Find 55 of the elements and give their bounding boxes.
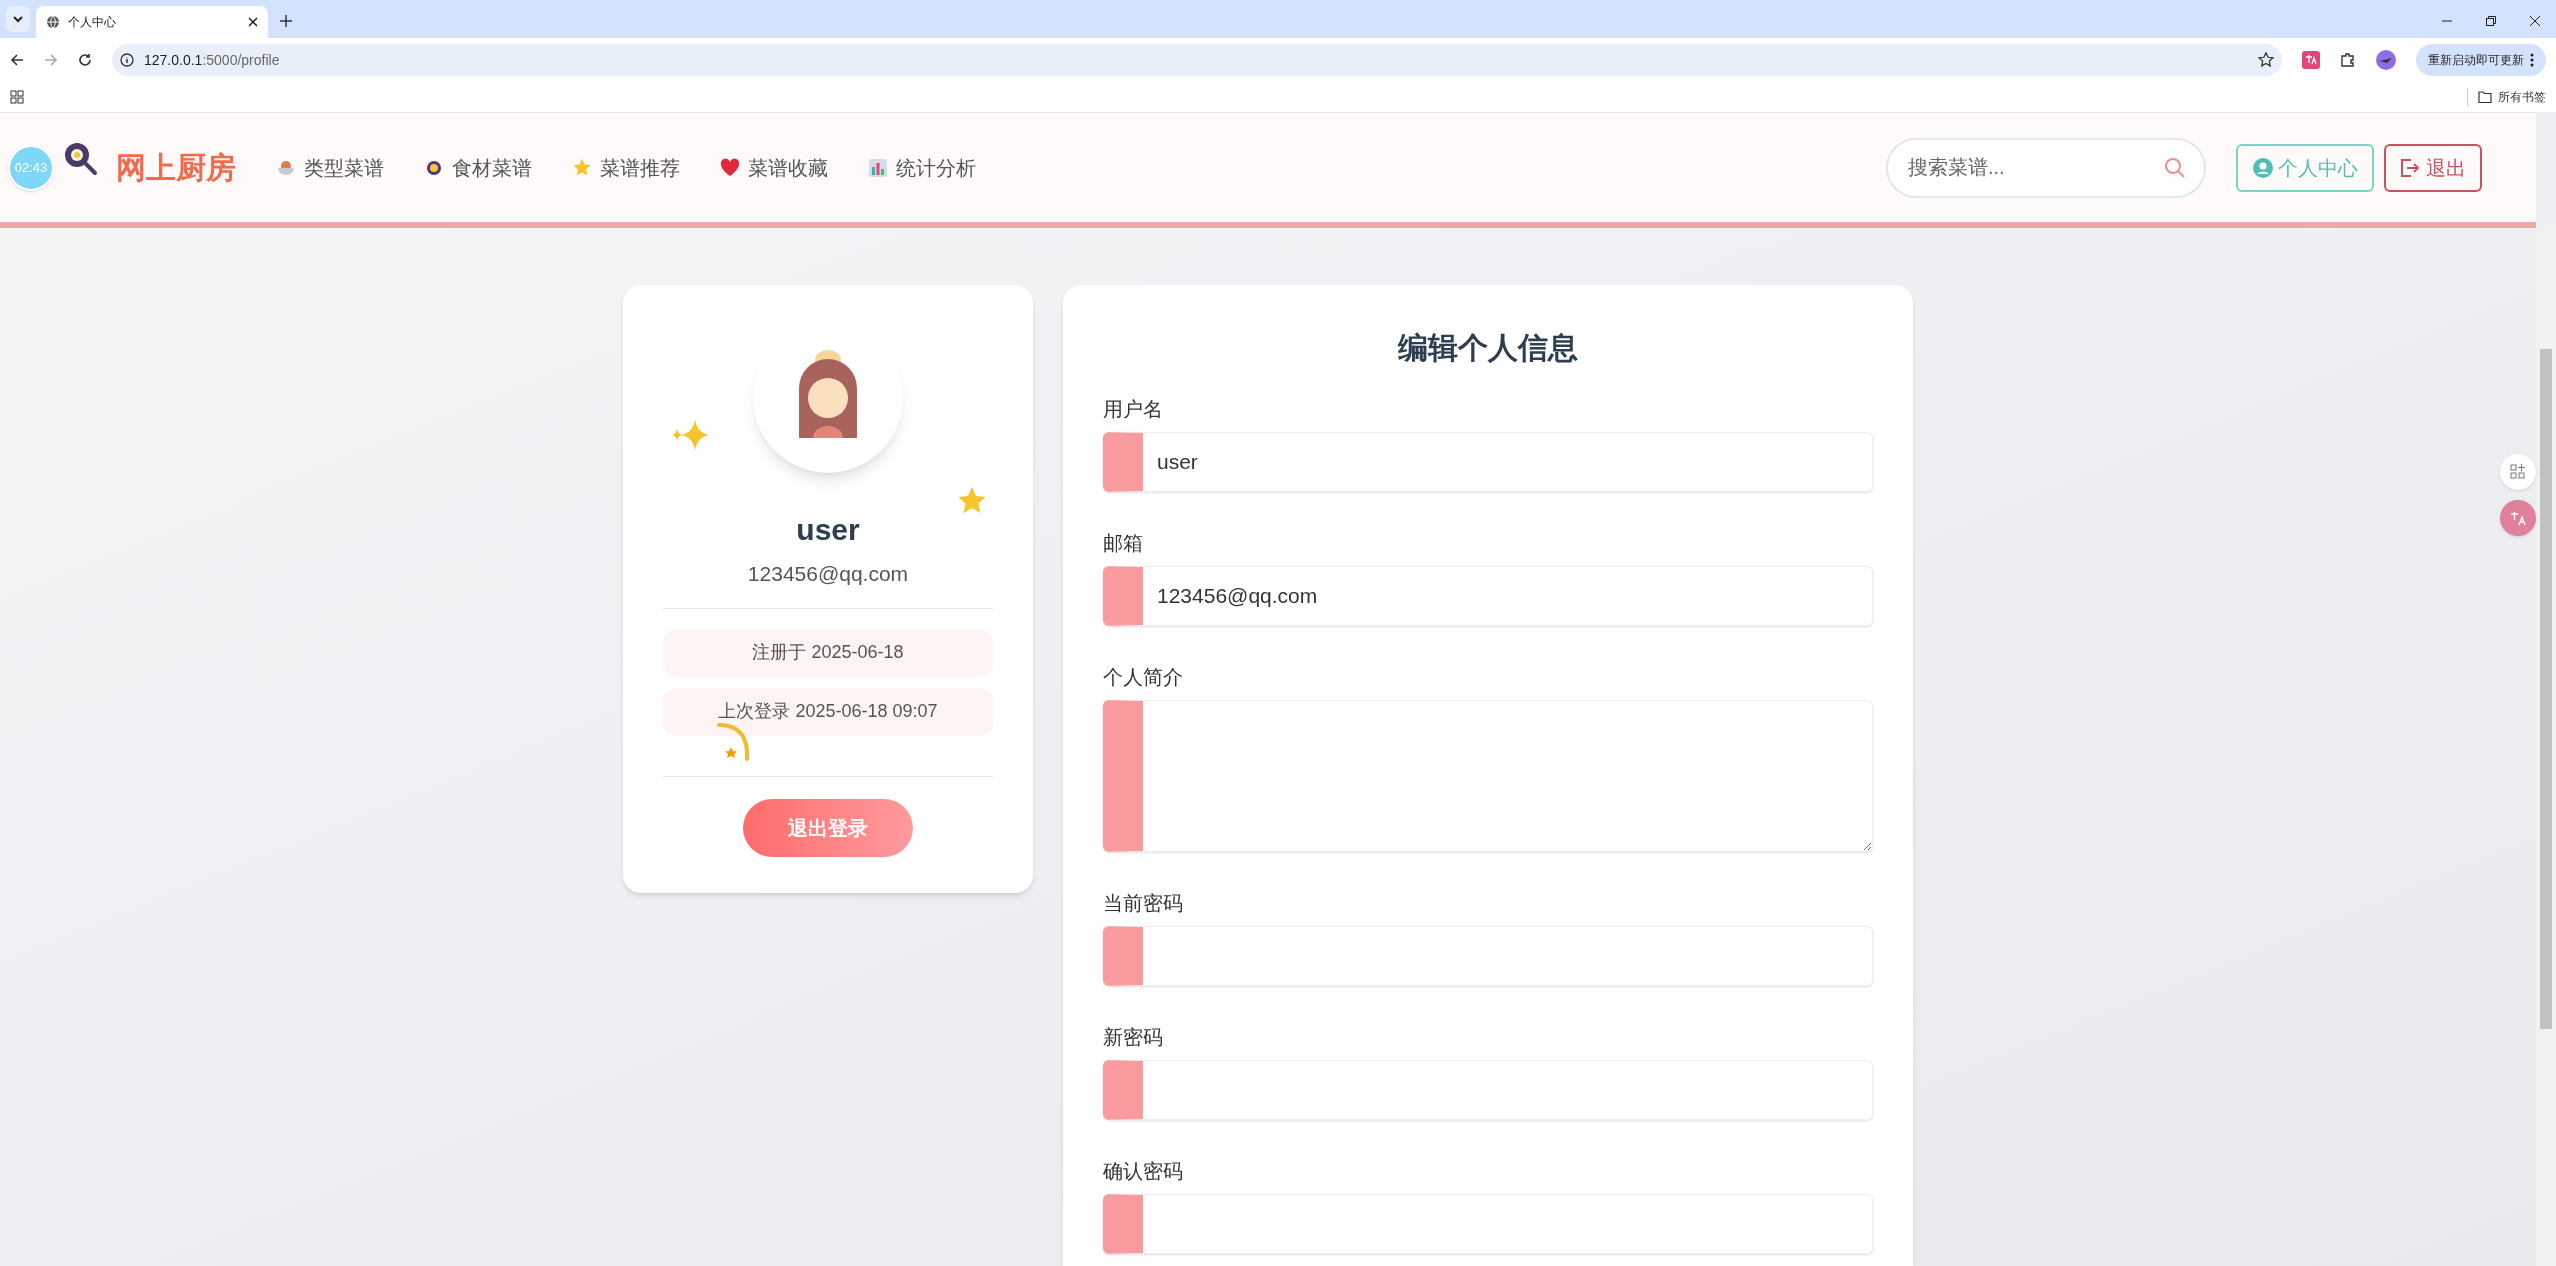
nav-link[interactable]: 统计分析 bbox=[868, 152, 976, 183]
user-email: 123456@qq.com bbox=[747, 561, 909, 587]
password-field[interactable] bbox=[1103, 1194, 1873, 1254]
folder-icon bbox=[2478, 91, 2492, 103]
translate-icon bbox=[2509, 509, 2527, 527]
registration-date: 注册于 2025-06-18 bbox=[663, 628, 993, 677]
nav-link[interactable]: 菜谱推荐 bbox=[572, 152, 680, 183]
apps-grid-icon[interactable] bbox=[10, 90, 24, 104]
field-label: 用户名 bbox=[1103, 397, 1164, 422]
input-field[interactable]: user bbox=[1103, 432, 1873, 492]
apps-add-icon bbox=[2510, 464, 2526, 480]
new-tab-icon[interactable] bbox=[280, 15, 292, 27]
input-field[interactable]: 123456@qq.com bbox=[1103, 566, 1873, 626]
avatar-icon[interactable] bbox=[2376, 50, 2396, 70]
user-circle-icon bbox=[2252, 156, 2274, 179]
url-text: 127.0.0.1:5000/profile bbox=[144, 50, 281, 70]
more-icon bbox=[2530, 53, 2534, 67]
info-icon[interactable] bbox=[120, 53, 134, 67]
search-field[interactable]: 搜索菜谱... bbox=[1886, 137, 2206, 198]
tab-search-button[interactable] bbox=[6, 6, 30, 32]
password-field[interactable] bbox=[1103, 1060, 1873, 1120]
nav-link[interactable]: 食材菜谱 bbox=[424, 152, 532, 183]
address-field[interactable]: 127.0.0.1:5000/profile bbox=[112, 44, 2282, 76]
tab-title: 个人中心 bbox=[68, 14, 117, 31]
heart-icon bbox=[720, 157, 740, 178]
star-outline-icon[interactable] bbox=[2258, 52, 2274, 68]
folder-label: 所有书签 bbox=[2498, 89, 2546, 106]
field-label: 邮箱 bbox=[1103, 531, 1144, 556]
field-label: 个人简介 bbox=[1103, 665, 1184, 690]
back-icon[interactable] bbox=[10, 53, 24, 67]
nav-link[interactable]: 类型菜谱 bbox=[276, 152, 384, 183]
password-field[interactable] bbox=[1103, 926, 1873, 986]
field-label: 确认密码 bbox=[1103, 1159, 1184, 1184]
exit-icon bbox=[2400, 157, 2420, 178]
browser-tab[interactable]: 个人中心 bbox=[36, 6, 268, 38]
globe-icon bbox=[46, 15, 60, 29]
update-button[interactable]: 重新启动即可更新 bbox=[2416, 44, 2546, 76]
restore-icon[interactable] bbox=[2486, 16, 2496, 26]
bookmarks-folder[interactable]: 所有书签 bbox=[2467, 88, 2546, 106]
logout-button[interactable]: 退出 bbox=[2384, 143, 2482, 192]
username: user bbox=[796, 512, 860, 548]
translate-extension-icon[interactable] bbox=[2302, 51, 2320, 69]
form-title: 编辑个人信息 bbox=[1397, 330, 1579, 366]
field-label: 当前密码 bbox=[1103, 891, 1184, 916]
bar-chart-icon bbox=[868, 157, 888, 178]
nav-link[interactable]: 菜谱收藏 bbox=[720, 152, 828, 183]
star-icon bbox=[572, 157, 592, 178]
close-icon[interactable] bbox=[2530, 16, 2540, 26]
clock-badge: 02:43 bbox=[8, 144, 54, 191]
chevron-down-icon bbox=[12, 13, 24, 25]
puzzle-icon[interactable] bbox=[2340, 52, 2356, 68]
reload-icon[interactable] bbox=[78, 53, 92, 67]
field-label: 新密码 bbox=[1103, 1025, 1164, 1050]
last-login: 上次登录 2025-06-18 09:07 bbox=[663, 687, 993, 736]
close-icon[interactable] bbox=[248, 17, 258, 27]
